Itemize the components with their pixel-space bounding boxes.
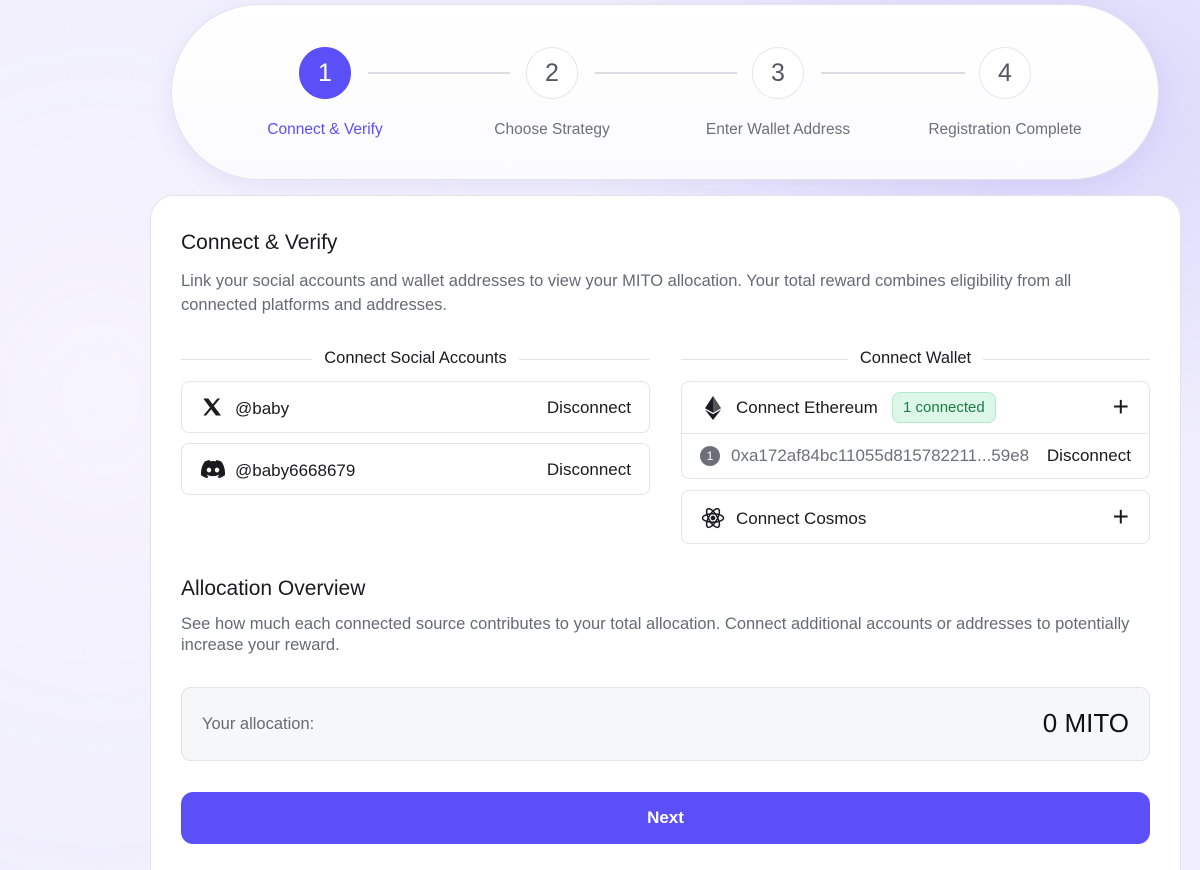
disconnect-wallet-button[interactable]: Disconnect xyxy=(1047,446,1131,466)
next-button[interactable]: Next xyxy=(181,792,1150,844)
wallet-heading-text: Connect Wallet xyxy=(847,349,984,367)
row-divider xyxy=(682,433,1149,434)
x-handle: @baby xyxy=(235,399,290,418)
wallet-heading: Connect Wallet xyxy=(681,347,1150,371)
step-1: 1 Connect & Verify xyxy=(215,47,435,139)
connect-verify-card: Connect & Verify Link your social accoun… xyxy=(150,195,1181,870)
allocation-summary: Your allocation: 0 MITO xyxy=(181,687,1150,761)
step-4: 4 Registration Complete xyxy=(895,47,1115,139)
add-cosmos-button[interactable]: + xyxy=(1113,503,1129,531)
step-number: 2 xyxy=(526,47,578,99)
card-description: Link your social accounts and wallet add… xyxy=(181,272,1072,314)
ethereum-icon xyxy=(702,395,724,421)
social-accounts-heading: Connect Social Accounts xyxy=(181,347,650,371)
allocation-value: 0 MITO xyxy=(1042,708,1129,738)
discord-handle: @baby6668679 xyxy=(235,461,356,480)
step-label: Choose Strategy xyxy=(494,121,610,138)
step-number: 1 xyxy=(299,47,351,99)
connect-ethereum-label: Connect Ethereum xyxy=(736,398,878,417)
step-label: Registration Complete xyxy=(928,121,1082,138)
connected-count-badge: 1 connected xyxy=(892,392,996,423)
cosmos-wallet-panel: Connect Cosmos + xyxy=(681,490,1150,544)
social-account-x: @baby Disconnect xyxy=(181,381,650,433)
social-account-discord: @baby6668679 Disconnect xyxy=(181,443,650,495)
discord-logo-icon xyxy=(200,457,226,481)
x-logo-icon xyxy=(200,395,224,419)
address-index-badge: 1 xyxy=(700,446,720,466)
connect-cosmos-label: Connect Cosmos xyxy=(736,509,867,528)
disconnect-x-button[interactable]: Disconnect xyxy=(547,398,631,418)
add-ethereum-button[interactable]: + xyxy=(1113,393,1129,421)
step-label: Connect & Verify xyxy=(267,121,383,138)
step-label: Enter Wallet Address xyxy=(705,121,851,138)
disconnect-discord-button[interactable]: Disconnect xyxy=(547,460,631,480)
progress-stepper: 1 Connect & Verify 2 Choose Strategy 3 E… xyxy=(171,4,1159,180)
step-number: 4 xyxy=(979,47,1031,99)
card-title: Connect & Verify xyxy=(181,231,338,254)
step-3: 3 Enter Wallet Address xyxy=(668,47,888,139)
step-number: 3 xyxy=(752,47,804,99)
social-heading-text: Connect Social Accounts xyxy=(312,349,519,367)
allocation-overview-description: See how much each connected source contr… xyxy=(181,615,1130,654)
wallet-address: 0xa172af84bc11055d815782211...59e8 xyxy=(731,446,1030,465)
ethereum-wallet-panel: Connect Ethereum 1 connected + 1 0xa172a… xyxy=(681,381,1150,479)
allocation-overview-title: Allocation Overview xyxy=(181,577,366,600)
step-2: 2 Choose Strategy xyxy=(442,47,662,139)
cosmos-icon xyxy=(700,505,726,531)
allocation-label: Your allocation: xyxy=(202,715,315,733)
